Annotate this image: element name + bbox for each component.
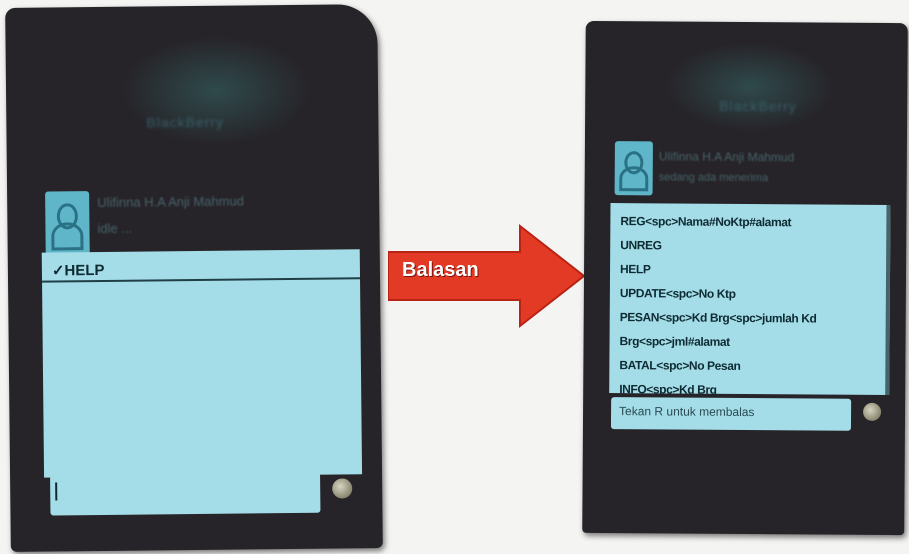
logo-glow <box>665 41 836 133</box>
scrollbar[interactable] <box>885 204 891 396</box>
reply-area: REG<spc>Nama#NoKtp#alamat UNREG HELP UPDATE… <box>609 203 891 397</box>
contact-name: Ulifinna H.A Anji Mahmud <box>97 193 244 211</box>
chat-message: ✓HELP <box>41 249 361 283</box>
reply-input[interactable]: Tekan R untuk membalas <box>610 397 852 431</box>
reply-line: UNREG <box>620 238 662 253</box>
header-title: BlackBerry <box>719 97 797 115</box>
reply-line: PESAN<spc>Kd Brg<spc>jumlah Kd <box>619 310 817 326</box>
arrow-label: Balasan <box>402 259 479 281</box>
send-icon[interactable] <box>332 478 353 499</box>
contact-status: idle ... <box>97 220 133 237</box>
message-input[interactable] <box>50 472 321 516</box>
reply-list: REG<spc>Nama#NoKtp#alamat UNREG HELP UPDATE… <box>619 209 884 403</box>
reply-line: REG<spc>Nama#NoKtp#alamat <box>620 214 792 230</box>
reply-line: Brg<spc>jml#alamat <box>619 334 730 349</box>
phone-left: BlackBerry Ulifinna H.A Anji Mahmud idle… <box>5 4 383 552</box>
chat-area: ✓HELP <box>41 249 363 478</box>
reply-line: UPDATE<spc>No Ktp <box>619 286 736 301</box>
contact-name: Ulifinna H.A Anji Mahmud <box>658 149 795 165</box>
reply-line: BATAL<spc>No Pesan <box>619 358 741 373</box>
contact-avatar <box>614 141 653 196</box>
contact-avatar <box>45 191 90 256</box>
reply-input-placeholder: Tekan R untuk membalas <box>619 404 755 420</box>
text-cursor <box>55 482 58 501</box>
send-icon[interactable] <box>863 402 882 421</box>
contact-status: sedang ada menerima <box>658 171 769 185</box>
phone-right: BlackBerry Ulifinna H.A Anji Mahmud seda… <box>582 20 908 536</box>
header-title: BlackBerry <box>146 113 225 131</box>
reply-line: HELP <box>620 262 651 277</box>
